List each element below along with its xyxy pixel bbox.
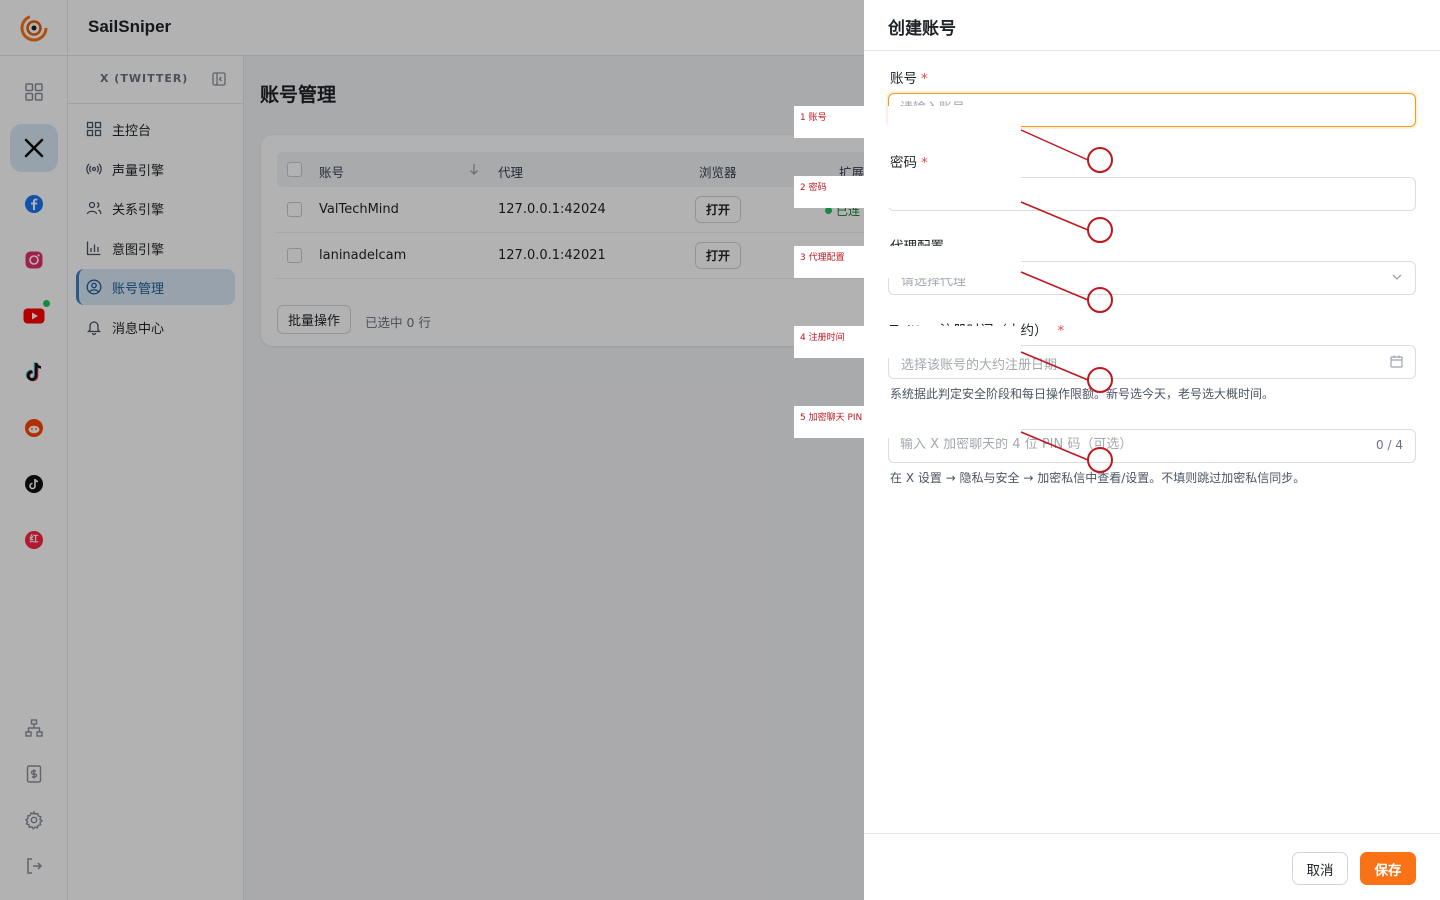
annotation-pointer-2 <box>1020 201 1113 243</box>
annotation-pointer-3 <box>1020 271 1113 313</box>
annotation-pointer-1 <box>1020 129 1113 173</box>
annotation-pointers <box>1020 129 1113 473</box>
annotation-pointer-5 <box>1020 431 1113 473</box>
annotation-pointer-4 <box>1020 351 1113 393</box>
